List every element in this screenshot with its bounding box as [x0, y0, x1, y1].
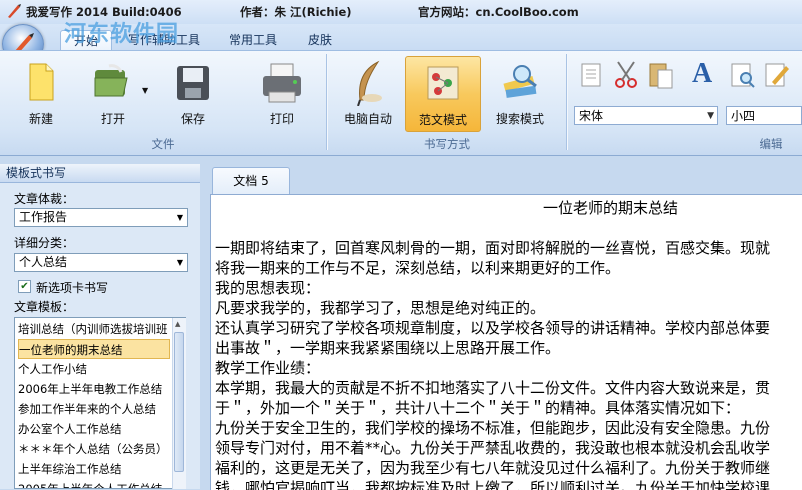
save-disk-icon [173, 60, 213, 107]
open-button[interactable]: ▼ 打开 [82, 56, 154, 130]
cut-scissors-icon[interactable] [612, 60, 642, 93]
quill-pen-icon [348, 60, 388, 109]
open-dropdown-arrow-icon[interactable]: ▼ [142, 86, 148, 95]
tab-document[interactable]: 文档 5 [212, 167, 290, 194]
app-logo-icon [6, 3, 22, 19]
new-tab-checkbox[interactable]: ✔ [18, 280, 31, 293]
document-line: 钱，哪怕官揭响叮当，我都按标准及时上缴了，所以顺利过关。九份关于加快学校课 [215, 479, 771, 490]
website-label: 官方网站：cn.CoolBoo.com [418, 5, 579, 19]
watermark-logo: 河东软件园 [64, 22, 180, 47]
open-folder-icon [91, 60, 131, 107]
document-line: 福利的，这更是无关了，因为我至少有七八年就没见过什么福利了。九份关于教师继 [215, 459, 771, 477]
document-line: 凡要求我学的，我都学习了，思想是绝对纯正的。 [215, 299, 546, 317]
category-value: 个人总结 [19, 255, 68, 269]
scroll-up-arrow-icon[interactable]: ▲ [175, 320, 180, 328]
font-size-value: 小四 [731, 109, 756, 123]
template-list[interactable]: 培训总结（内训师选拔培训班 一位老师的期末总结 个人工作小结 2006年上半年电… [14, 317, 186, 489]
ribbon-separator [566, 54, 567, 150]
replace-edit-icon[interactable] [762, 60, 792, 93]
new-button[interactable]: 新建 [14, 56, 68, 130]
group-file-caption: 文件 [151, 137, 175, 151]
print-button[interactable]: 打印 [250, 56, 314, 130]
tab-skin[interactable]: 皮肤 [298, 30, 342, 50]
chevron-down-icon: ▼ [176, 213, 183, 222]
printer-icon [259, 60, 305, 109]
font-size-select[interactable]: 小四 [726, 106, 802, 125]
template-mode-label: 范文模式 [418, 113, 467, 127]
document-line: 九份关于安全卫生的，我们学校的操场不标准，但能跑步，因此没有安全隐患。九份 [215, 419, 771, 437]
save-label: 保存 [180, 112, 205, 126]
list-item[interactable]: 2006年上半年电教工作总结 [18, 379, 170, 399]
chevron-down-icon: ▼ [176, 258, 183, 267]
list-item-selected[interactable]: 一位老师的期末总结 [18, 339, 170, 359]
print-label: 打印 [269, 112, 294, 126]
genre-label: 文章体裁： [14, 192, 75, 206]
new-tab-label: 新选项卡书写 [36, 281, 109, 295]
document-line: 于＂，外加一个＂关于＂，共计八十二个＂关于＂的精神。具体落实情况如下： [215, 399, 741, 417]
panel-title: 模板式书写 [0, 164, 200, 183]
template-mode-button[interactable]: 范文模式 [405, 56, 481, 132]
font-style-icon[interactable]: A [692, 58, 712, 90]
paste-clipboard-icon[interactable] [646, 60, 676, 93]
category-select[interactable]: 个人总结 ▼ [14, 253, 188, 272]
document-line: 将我一期来的工作与不足，深刻总结，以利来期更好的工作。 [215, 259, 621, 277]
document-line: 我的思想表现： [215, 279, 321, 297]
list-item[interactable]: ＊＊＊年个人总结（公务员） [18, 439, 170, 459]
search-mode-label: 搜索模式 [495, 112, 544, 126]
document-title: 一位老师的期末总结 [543, 199, 679, 217]
document-line: 本学期，我最大的贡献是不折不扣地落实了八十二份文件。文件内容大致说来是，贯 [215, 379, 771, 397]
list-item[interactable]: 上半年综治工作总结 [18, 459, 170, 479]
copy-format-icon[interactable] [578, 60, 608, 93]
ribbon-separator [326, 54, 327, 150]
document-line: 一期即将结束了，回首寒风刺骨的一期，面对即将解脱的一丝喜悦，百感交集。现就 [215, 239, 771, 257]
tab-common-tools[interactable]: 常用工具 [222, 30, 284, 50]
auto-write-button[interactable]: 电脑自动 [338, 56, 398, 130]
document-editor[interactable]: 一位老师的期末总结 一期即将结束了，回首寒风刺骨的一期，面对即将解脱的一丝喜悦，… [210, 194, 802, 490]
new-document-icon [25, 60, 57, 107]
document-line: 领导专门对付，用不着**心。九份关于严禁乱收费的，我没敢也根本就没机会乱收学 [215, 439, 771, 457]
document-line: 教学工作业绩： [215, 359, 321, 377]
list-item[interactable]: 2005年上半年个人工作总结 [18, 479, 170, 488]
document-line: 出事故＂，一学期来我紧紧围绕以上思路开展工作。 [215, 339, 561, 357]
category-label: 详细分类： [14, 236, 75, 250]
list-item[interactable]: 参加工作半年来的个人总结 [18, 399, 170, 419]
group-writing-caption: 书写方式 [424, 137, 470, 151]
font-family-value: 宋体 [579, 109, 604, 123]
template-list-scrollbar[interactable]: ▲ [172, 318, 186, 489]
genre-select[interactable]: 工作报告 ▼ [14, 208, 188, 227]
group-edit-caption: 编辑 [759, 137, 783, 151]
open-label: 打开 [100, 112, 125, 126]
template-mode-icon [422, 61, 464, 108]
list-item[interactable]: 办公室个人工作总结 [18, 419, 170, 439]
author-label: 作者：朱 江(Richie) [240, 5, 352, 19]
list-item[interactable]: 培训总结（内训师选拔培训班 [18, 319, 170, 339]
search-books-icon [498, 60, 542, 107]
chevron-down-icon: ▼ [707, 111, 714, 121]
auto-write-label: 电脑自动 [343, 112, 392, 126]
font-family-select[interactable]: 宋体 ▼ [574, 106, 718, 125]
save-button[interactable]: 保存 [164, 56, 222, 130]
search-mode-button[interactable]: 搜索模式 [488, 56, 552, 130]
scroll-thumb[interactable] [174, 332, 184, 472]
template-list-label: 文章模板： [14, 300, 75, 314]
new-label: 新建 [28, 112, 53, 126]
genre-value: 工作报告 [19, 210, 68, 224]
find-document-icon[interactable] [728, 60, 758, 93]
list-item[interactable]: 个人工作小结 [18, 359, 170, 379]
document-line: 还认真学习研究了学校各项规章制度，以及学校各领导的讲话精神。学校内部总体要 [215, 319, 771, 337]
